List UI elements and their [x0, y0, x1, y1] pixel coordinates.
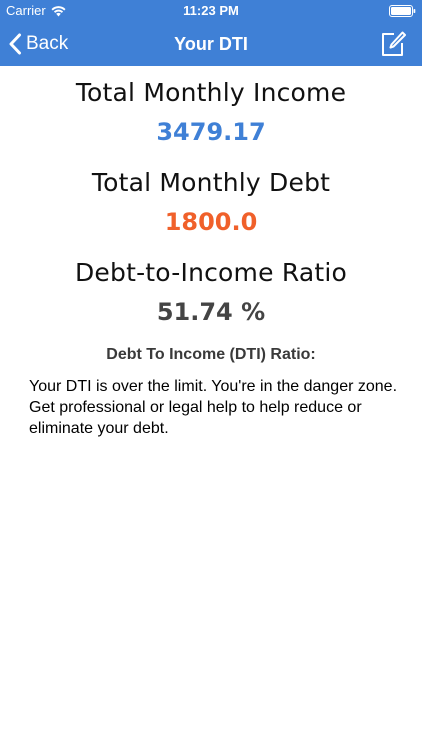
- total-monthly-income-label: Total Monthly Income: [75, 78, 347, 107]
- status-time: 11:23 PM: [183, 3, 239, 18]
- status-bar: Carrier 11:23 PM: [0, 0, 422, 22]
- compose-edit-icon[interactable]: [380, 31, 406, 57]
- dti-heading: Debt To Income (DTI) Ratio:: [106, 346, 316, 363]
- debt-to-income-ratio-value: 51.74 %: [156, 298, 266, 326]
- battery-icon: [389, 5, 416, 17]
- page-title: Your DTI: [174, 34, 248, 54]
- total-monthly-debt-value: 1800.0: [164, 208, 258, 236]
- dti-screen: Carrier 11:23 PM Back Your DTI Total Mon…: [0, 0, 422, 750]
- dti-description: Your DTI is over the limit. You're in th…: [29, 378, 406, 437]
- total-monthly-debt-label: Total Monthly Debt: [91, 168, 331, 197]
- navigation-bar: Back Your DTI: [0, 22, 422, 66]
- debt-to-income-ratio-label: Debt-to-Income Ratio: [74, 258, 348, 287]
- total-monthly-income-value: 3479.17: [156, 118, 266, 146]
